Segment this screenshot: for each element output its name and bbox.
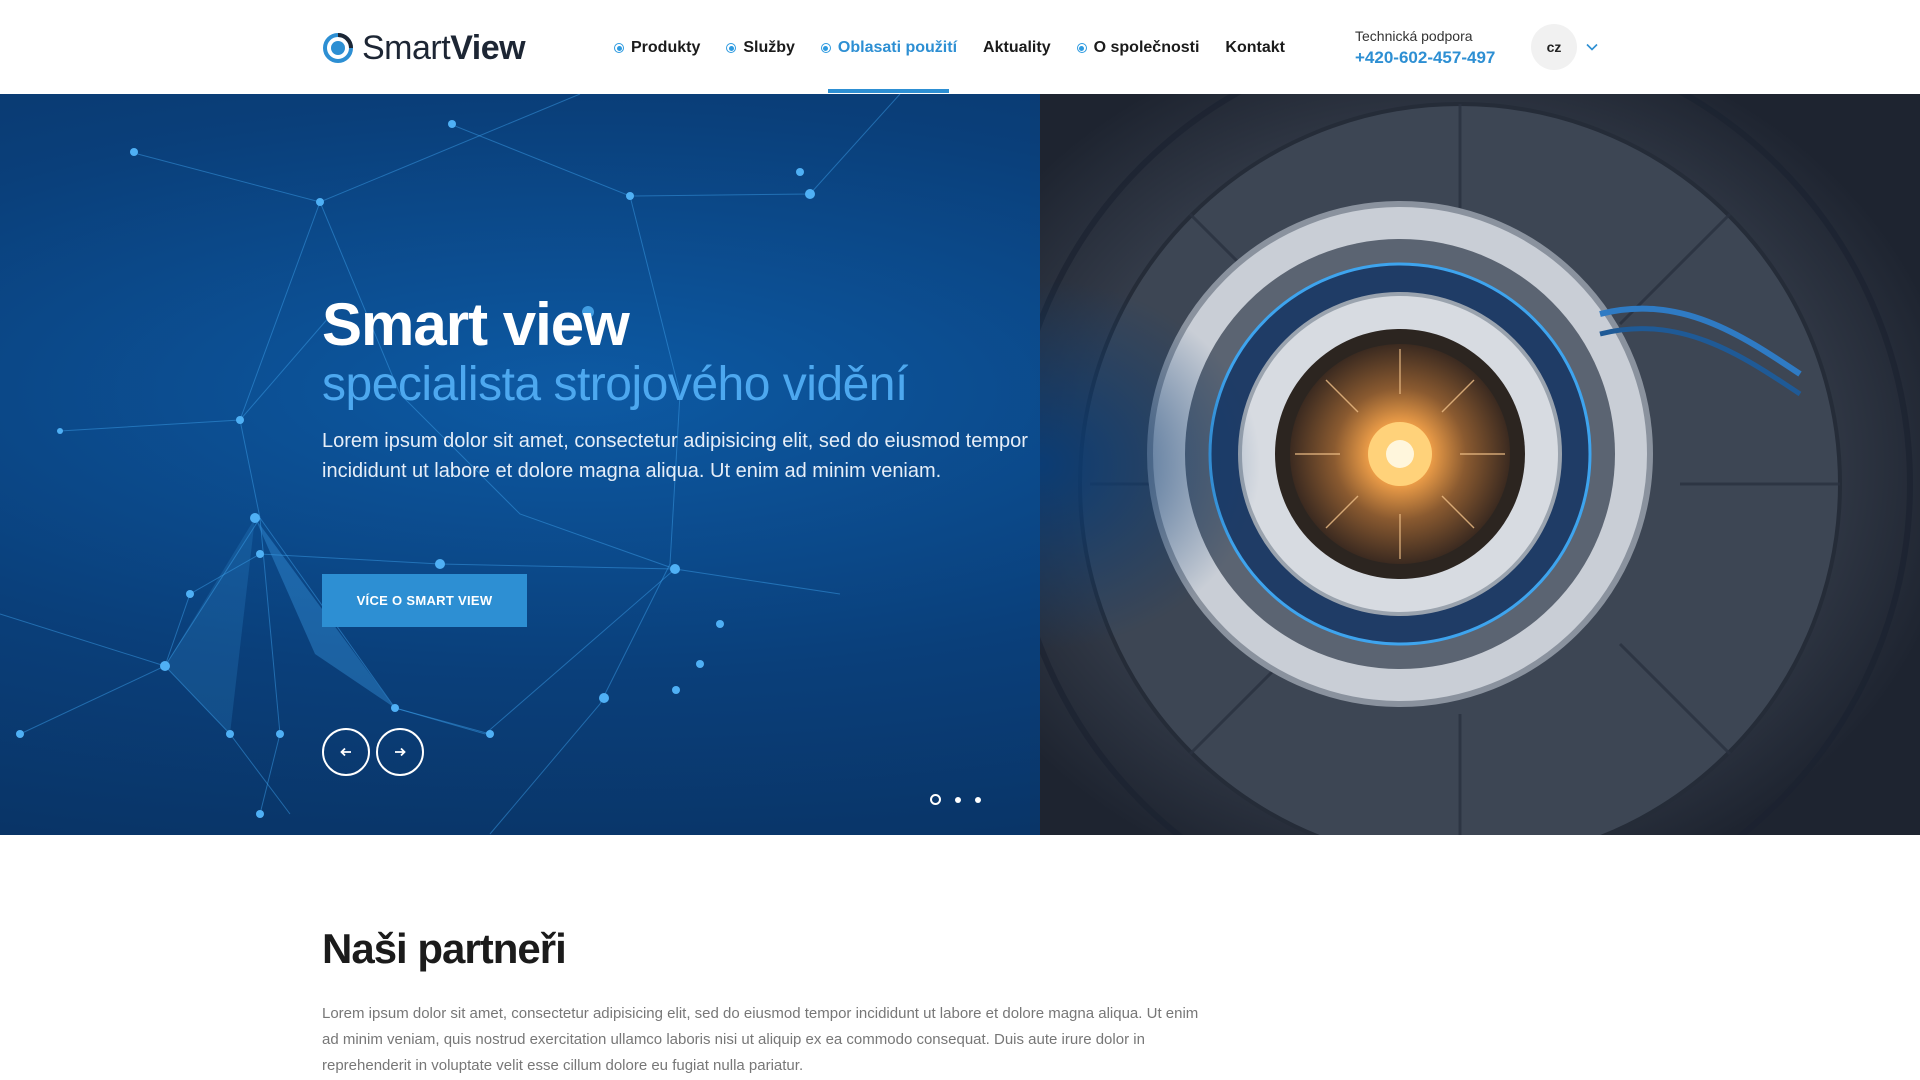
hero-subtitle: specialista strojového vidění xyxy=(322,358,908,411)
nav-dot-icon xyxy=(726,43,737,53)
partners-section: Naši partneři Lorem ipsum dolor sit amet… xyxy=(322,925,1222,1079)
nav-item-label: Služby xyxy=(743,39,795,56)
partners-description: Lorem ipsum dolor sit amet, consectetur … xyxy=(322,1005,1199,1074)
nav-dot-icon xyxy=(820,43,831,53)
slider-next-button[interactable] xyxy=(376,728,424,776)
hero-slider: Smart view specialista strojového vidění… xyxy=(0,94,1920,835)
nav-item-kontakt[interactable]: Kontakt xyxy=(1225,36,1285,60)
nav-item-label: Oblasati použití xyxy=(837,39,958,56)
logo-text: SmartView xyxy=(362,28,526,68)
support-contact: Technická podpora +420-602-457-497 xyxy=(1355,28,1495,68)
support-phone-link[interactable]: +420-602-457-497 xyxy=(1355,48,1495,68)
main-nav: Produkty Služby Oblasati použití Aktuali… xyxy=(614,36,1311,60)
slider-dot[interactable] xyxy=(955,796,961,803)
logo-text-bold: View xyxy=(450,28,526,67)
logo[interactable]: SmartView xyxy=(322,28,526,68)
ring-logo-icon xyxy=(323,33,353,63)
nav-item-oblasti-pouziti[interactable]: Oblasati použití xyxy=(820,36,958,60)
nav-item-o-spolecnosti[interactable]: O společnosti xyxy=(1076,36,1200,60)
language-switcher[interactable]: cz xyxy=(1531,24,1577,70)
arrow-left-icon xyxy=(340,747,351,757)
hero-description: Lorem ipsum dolor sit amet, consectetur … xyxy=(322,430,1028,482)
more-about-button[interactable]: VÍCE O SMART VIEW xyxy=(322,574,527,627)
nav-dot-icon xyxy=(1076,43,1087,53)
chevron-down-icon[interactable] xyxy=(1585,40,1599,54)
partners-title: Naši partneři xyxy=(322,925,567,972)
nav-item-sluzby[interactable]: Služby xyxy=(726,36,795,60)
support-label: Technická podpora xyxy=(1355,28,1473,44)
nav-item-label: Kontakt xyxy=(1225,39,1285,56)
logo-text-prefix: Smart xyxy=(362,28,451,67)
slider-dot[interactable] xyxy=(930,794,941,805)
nav-item-label: Aktuality xyxy=(983,39,1051,56)
site-header: SmartView Produkty Služby Oblasati použi… xyxy=(0,0,1920,94)
nav-item-produkty[interactable]: Produkty xyxy=(614,36,700,60)
arrow-right-icon xyxy=(395,747,406,757)
nav-item-label: Produkty xyxy=(631,39,701,56)
slider-prev-button[interactable] xyxy=(322,728,370,776)
slider-dot[interactable] xyxy=(975,796,981,803)
nav-item-label: O společnosti xyxy=(1093,39,1200,56)
slider-pagination xyxy=(930,794,981,805)
hero-title: Smart view xyxy=(322,291,630,358)
machine-vision-camera-image xyxy=(1040,94,1920,835)
hero-content: Smart view specialista strojového vidění… xyxy=(322,294,1062,486)
nav-item-aktuality[interactable]: Aktuality xyxy=(983,36,1051,60)
nav-dot-icon xyxy=(614,43,624,53)
nav-active-indicator xyxy=(828,89,949,93)
